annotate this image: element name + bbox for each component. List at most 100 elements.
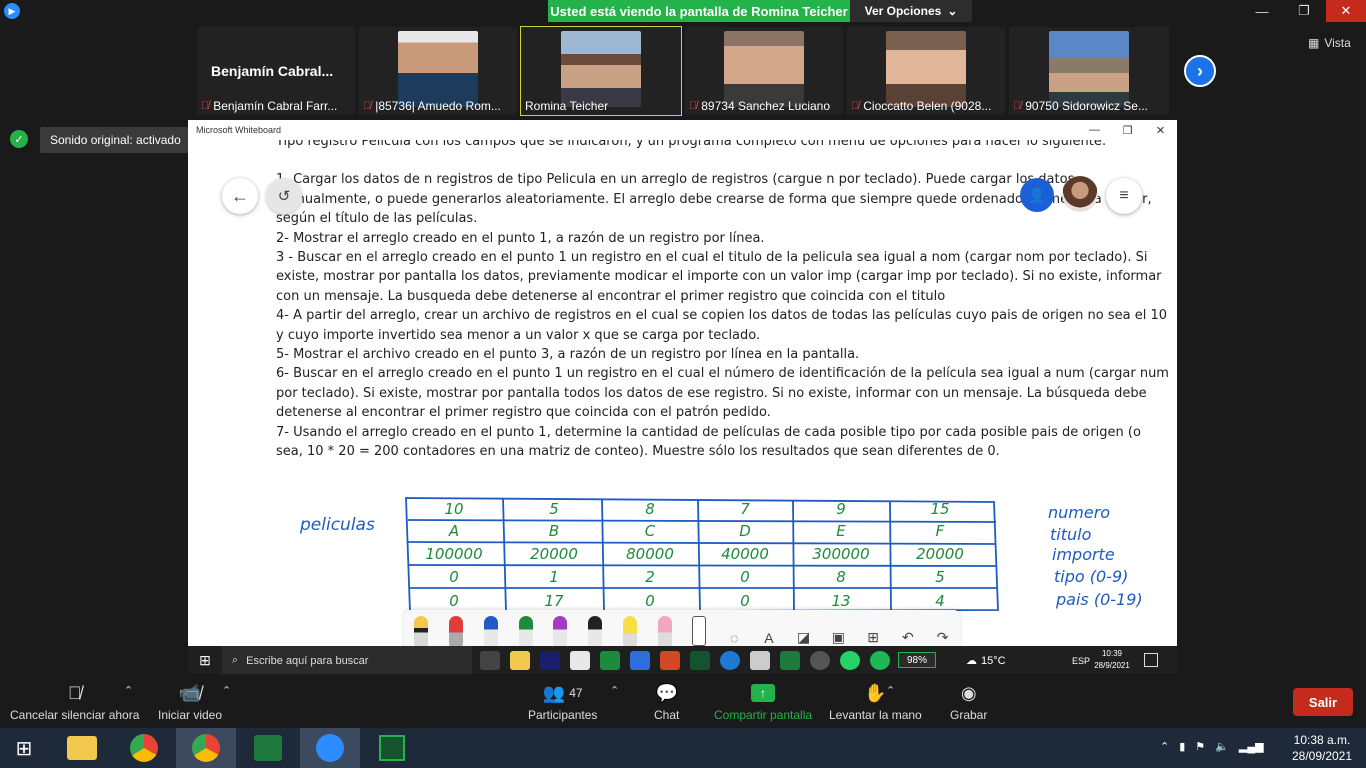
chevron-up-icon[interactable]: ⌃: [124, 684, 133, 697]
green-pen-tool[interactable]: [508, 610, 543, 650]
excel-icon[interactable]: [238, 728, 298, 768]
chevron-up-icon[interactable]: ⌃: [222, 684, 231, 697]
shared-clock[interactable]: 10:39 28/9/2021: [1092, 648, 1132, 672]
restore-button[interactable]: ❐: [1284, 0, 1324, 22]
share-screen-icon: ↑: [751, 682, 776, 704]
battery-indicator[interactable]: 98%: [898, 652, 936, 668]
ide-icon[interactable]: [540, 651, 560, 670]
avatar[interactable]: [1062, 176, 1098, 212]
weather-widget[interactable]: ☁ 15°C: [966, 646, 1006, 674]
edge-icon[interactable]: [720, 651, 740, 670]
system-clock[interactable]: 10:38 a.m. 28/09/2021: [1282, 732, 1362, 764]
red-pen-tool[interactable]: [439, 610, 474, 650]
next-participants-button[interactable]: ›: [1184, 55, 1216, 87]
pseint-icon[interactable]: [690, 651, 710, 670]
highlighter-tool[interactable]: [613, 610, 648, 650]
eraser-tool[interactable]: [647, 610, 682, 650]
insert-tool[interactable]: ⊞: [856, 610, 891, 650]
share-screen-button[interactable]: ↑ Compartir pantalla: [714, 682, 812, 722]
file-explorer-icon[interactable]: [510, 651, 530, 670]
table-cell: 40000: [721, 545, 769, 563]
store-icon[interactable]: [570, 651, 590, 670]
excel-icon[interactable]: [600, 651, 620, 670]
excel-icon[interactable]: [780, 651, 800, 670]
system-tray[interactable]: ⌃ ▮ ⚑ 🔈 ▂▄▆: [1160, 740, 1264, 753]
pencil-tool[interactable]: [404, 610, 439, 650]
wb-restore-button[interactable]: ❐: [1111, 120, 1144, 140]
leave-meeting-button[interactable]: Salir: [1293, 688, 1353, 716]
chat-icon: 💬: [655, 682, 678, 703]
search-box[interactable]: ⌕ Escribe aquí para buscar: [222, 646, 472, 674]
purple-pen-tool[interactable]: [543, 610, 578, 650]
mic-muted-icon: 🎙̸: [201, 100, 210, 112]
system-date: 28/09/2021: [1291, 749, 1353, 763]
participant-tile-active-speaker[interactable]: Romina Teicher: [520, 26, 682, 116]
language-indicator[interactable]: ESP: [1072, 646, 1090, 674]
close-icon: ✕: [1340, 3, 1352, 18]
windows-start-icon[interactable]: ⊞: [188, 646, 222, 674]
wb-close-button[interactable]: ✕: [1144, 120, 1177, 140]
lasso-tool[interactable]: ◌: [717, 610, 752, 650]
app-icon[interactable]: [750, 651, 770, 670]
task-view-icon[interactable]: [480, 651, 500, 670]
notifications-icon[interactable]: [1144, 653, 1158, 667]
record-label: Grabar: [950, 708, 988, 722]
view-button[interactable]: ▦ Vista: [1308, 36, 1351, 50]
note-tool[interactable]: ◪: [786, 610, 821, 650]
table-cell: 300000: [812, 545, 869, 563]
user-icon[interactable]: 👤: [1020, 178, 1054, 212]
undo-icon: ↶: [902, 629, 914, 645]
mic-muted-icon: 🎙̸: [67, 682, 82, 703]
office-icon[interactable]: [660, 651, 680, 670]
close-window-button[interactable]: ✕: [1326, 0, 1366, 22]
mic-muted-icon: 🎙̸: [1013, 100, 1022, 112]
windows-start-icon[interactable]: ⊞: [0, 728, 48, 768]
app-icon[interactable]: [810, 651, 830, 670]
whatsapp-icon[interactable]: [840, 651, 860, 670]
minimize-button[interactable]: —: [1242, 0, 1282, 22]
raise-hand-button[interactable]: ✋ Levantar la mano: [829, 682, 922, 723]
redo-button[interactable]: ↷: [925, 610, 960, 650]
ink-replay-icon[interactable]: ↺: [266, 178, 302, 214]
original-sound-toggle[interactable]: Sonido original: activado: [40, 127, 192, 153]
pseint-icon[interactable]: [362, 728, 422, 768]
text-tool[interactable]: A: [752, 610, 787, 650]
file-explorer-icon[interactable]: [52, 728, 112, 768]
text-line: 6- Buscar en el arreglo creado en el pun…: [276, 366, 1174, 421]
participant-tile[interactable]: 🎙̸ |85736| Amuedo Rom...: [358, 26, 518, 116]
chevron-up-icon[interactable]: ⌃: [610, 684, 619, 697]
participant-tile[interactable]: 🎙̸ Cioccatto Belen (9028...: [846, 26, 1006, 116]
participant-tile[interactable]: 🎙̸ 89734 Sanchez Luciano: [684, 26, 844, 116]
wb-minimize-button[interactable]: —: [1078, 120, 1111, 140]
blue-pen-tool[interactable]: [474, 610, 509, 650]
black-pen-tool[interactable]: [578, 610, 613, 650]
chrome-icon[interactable]: [176, 728, 236, 768]
chat-button[interactable]: 💬 Chat: [654, 682, 679, 723]
image-tool[interactable]: ▣: [821, 610, 856, 650]
back-arrow-icon[interactable]: ←: [222, 178, 258, 214]
spotify-icon[interactable]: [870, 651, 890, 670]
participant-tile[interactable]: 🎙̸ 90750 Sidorowicz Se...: [1008, 26, 1170, 116]
table-cell: 80000: [626, 545, 674, 563]
table-cell: 1: [549, 568, 559, 586]
undo-button[interactable]: ↶: [891, 610, 926, 650]
volume-icon: 🔈: [1215, 741, 1229, 753]
whiteboard-app-icon[interactable]: [630, 651, 650, 670]
participant-tile[interactable]: Benjamín Cabral... 🎙̸ Benjamín Cabral Far…: [196, 26, 356, 116]
ruler-tool[interactable]: [682, 610, 717, 650]
zoom-app-icon[interactable]: [300, 728, 360, 768]
table-cell: 20000: [530, 545, 578, 563]
table-cell: 0: [449, 592, 459, 610]
participant-name: Cioccatto Belen (9028...: [863, 99, 992, 113]
search-placeholder: Escribe aquí para buscar: [246, 654, 369, 667]
view-options-button[interactable]: Ver Opciones ⌄: [850, 0, 972, 22]
chrome-icon[interactable]: [114, 728, 174, 768]
participants-button[interactable]: 👥 47 Participantes: [528, 682, 597, 723]
weather-temp: 15°C: [981, 654, 1006, 667]
unmute-button[interactable]: 🎙̸ Cancelar silenciar ahora: [10, 682, 139, 723]
start-video-button[interactable]: 📹̸ Iniciar video: [158, 682, 222, 723]
hamburger-menu-icon[interactable]: ≡: [1106, 178, 1142, 214]
table-cell: 13: [831, 592, 850, 610]
record-button[interactable]: ◉ Grabar: [950, 682, 988, 723]
table-cell: 0: [645, 592, 655, 610]
